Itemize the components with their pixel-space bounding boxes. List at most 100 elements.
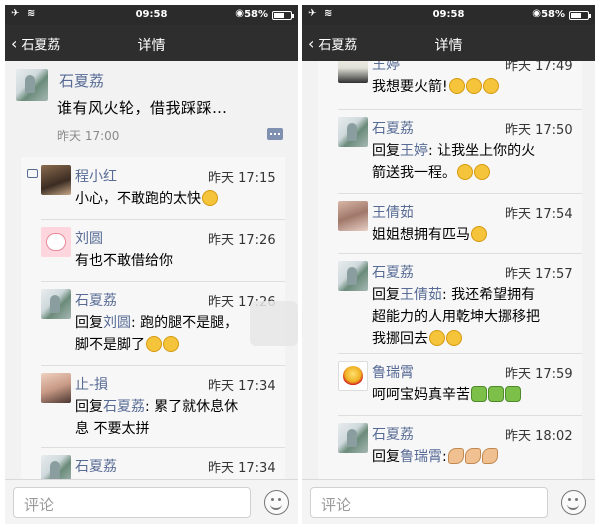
emoji-icon[interactable] — [264, 490, 289, 515]
comment-item[interactable]: 石夏荔 昨天 17:57 回复王倩茹: 我还希望拥有 超能力的人用乾坤大挪移把 … — [318, 253, 582, 353]
reply-target[interactable]: 王倩茹 — [400, 287, 442, 303]
post-detail: 王婷 昨天 17:49 我想要火箭! 石夏荔 昨天 17:50 回复王婷: 让我… — [302, 61, 595, 479]
comment-input[interactable]: 评论 — [13, 487, 251, 518]
tongue-emoji-icon — [202, 190, 218, 206]
comment-body-line2: 超能力的人用乾坤大挪移把 — [372, 309, 540, 325]
avatar[interactable] — [338, 61, 368, 83]
comment-time: 昨天 18:02 — [505, 429, 573, 444]
battery-percent: 58% — [244, 9, 268, 20]
comment-body: : — [442, 449, 447, 465]
comment-text: 回复王婷: 让我坐上你的火 箭送我一程。 — [372, 140, 582, 184]
comment-time: 昨天 17:59 — [505, 367, 573, 382]
page-title: 详情 — [434, 38, 463, 54]
avatar[interactable] — [41, 227, 71, 257]
comment-list: 王婷 昨天 17:49 我想要火箭! 石夏荔 昨天 17:50 回复王婷: 让我… — [318, 61, 582, 479]
comment-body: 我想要火箭! — [372, 79, 448, 95]
commenter-name[interactable]: 石夏荔 — [75, 456, 117, 476]
commenter-name[interactable]: 鲁瑞霄 — [372, 362, 414, 382]
comment-input[interactable]: 评论 — [310, 487, 548, 518]
thinking-emoji-icon — [457, 164, 473, 180]
reply-target[interactable]: 王婷 — [400, 143, 428, 159]
commenter-name[interactable]: 刘圆 — [75, 228, 103, 248]
crying-emoji-icon — [482, 78, 499, 94]
comment-item[interactable]: 止-損 昨天 17:34 回复石夏荔: 累了就休息休 息 不要太拼 — [21, 365, 285, 447]
reply-prefix: 回复 — [75, 315, 103, 331]
frog-emoji-icon — [488, 386, 504, 402]
avatar[interactable] — [41, 455, 71, 479]
post-author[interactable]: 石夏荔 — [59, 70, 104, 91]
battery-icon — [272, 11, 294, 20]
crying-emoji-icon — [471, 226, 487, 242]
crying-emoji-icon — [163, 336, 179, 352]
commenter-name[interactable]: 王婷 — [372, 61, 400, 74]
comment-item[interactable]: 石夏荔 昨天 17:50 回复王婷: 让我坐上你的火 箭送我一程。 — [318, 109, 582, 193]
reply-prefix: 回复 — [372, 449, 400, 465]
battery-percent: 58% — [541, 9, 565, 20]
comment-item[interactable]: 石夏荔 昨天 17:34 — [21, 447, 285, 479]
avatar[interactable] — [338, 423, 368, 453]
comment-text: 呵呵宝妈真辛苦 — [372, 384, 521, 406]
scroll-overlay — [250, 301, 298, 346]
comment-text: 回复石夏荔: 累了就休息休 息 不要太拼 — [75, 396, 285, 440]
comment-body-line3: 我挪回去 — [372, 331, 428, 347]
commenter-name[interactable]: 石夏荔 — [372, 424, 414, 444]
comment-item[interactable]: 刘圆 昨天 17:26 有也不敢借给你 — [21, 219, 285, 281]
commenter-name[interactable]: 石夏荔 — [372, 118, 414, 138]
comment-text: 姐姐想拥有匹马 — [372, 224, 487, 246]
commenter-name[interactable]: 程小红 — [75, 166, 117, 186]
commenter-name[interactable]: 王倩茹 — [372, 202, 414, 222]
left-screen: ✈ ≋ 09:58 ◉ 58% ‹ 石夏荔 详情 石夏荔 谁有风火轮，借我踩踩…… — [5, 5, 298, 524]
commenter-name[interactable]: 止-損 — [75, 374, 108, 394]
avatar[interactable] — [41, 373, 71, 403]
post-time: 昨天 17:00 — [57, 129, 120, 143]
grin-emoji-icon — [429, 330, 445, 346]
avatar[interactable] — [41, 289, 71, 319]
comment-time: 昨天 17:34 — [208, 379, 276, 394]
comment-time: 昨天 17:15 — [208, 171, 276, 186]
reply-prefix: 回复 — [372, 287, 400, 303]
comment-action-icon[interactable] — [267, 128, 283, 140]
comment-item[interactable]: 石夏荔 昨天 18:02 回复鲁瑞霄: — [318, 415, 582, 477]
comment-input-bar: 评论 — [5, 479, 298, 524]
avatar[interactable] — [41, 165, 71, 195]
commenter-name[interactable]: 石夏荔 — [75, 290, 117, 310]
comment-body-line2: 脚不是脚了 — [75, 337, 145, 353]
reply-target[interactable]: 刘圆 — [103, 315, 131, 331]
avatar[interactable] — [338, 261, 368, 291]
frog-emoji-icon — [505, 386, 521, 402]
thinking-emoji-icon — [474, 164, 490, 180]
battery-icon — [569, 11, 591, 20]
avatar[interactable] — [16, 69, 48, 101]
comment-body: : 累了就休息休 — [145, 399, 239, 415]
comment-item[interactable]: 王婷 昨天 17:49 我想要火箭! — [318, 61, 582, 109]
comment-text: 回复王倩茹: 我还希望拥有 超能力的人用乾坤大挪移把 我挪回去 — [372, 284, 582, 350]
comment-text: 回复鲁瑞霄: — [372, 446, 498, 468]
comment-body: : 让我坐上你的火 — [428, 143, 536, 159]
comment-text: 我想要火箭! — [372, 76, 499, 98]
comment-item[interactable]: 王倩茹 昨天 17:54 姐姐想拥有匹马 — [318, 193, 582, 253]
emoji-icon[interactable] — [561, 490, 586, 515]
commenter-name[interactable]: 石夏荔 — [372, 262, 414, 282]
avatar[interactable] — [338, 117, 368, 147]
avatar[interactable] — [338, 361, 368, 391]
comment-item[interactable]: 鲁瑞霄 昨天 17:59 呵呵宝妈真辛苦 — [318, 353, 582, 415]
status-bar: ✈ ≋ 09:58 ◉ 58% — [5, 5, 298, 25]
nav-bar: ‹ 石夏荔 详情 — [302, 25, 595, 61]
page-title: 详情 — [137, 38, 166, 54]
strong-arm-emoji-icon — [481, 448, 498, 464]
comment-time: 昨天 17:50 — [505, 123, 573, 138]
post-text: 谁有风火轮，借我踩踩… — [57, 99, 228, 117]
strong-arm-emoji-icon — [447, 448, 464, 464]
reply-target[interactable]: 鲁瑞霄 — [400, 449, 442, 465]
comment-list: 程小红 昨天 17:15 小心，不敢跑的太快 刘圆 昨天 17:26 有也不敢借… — [21, 157, 285, 479]
comment-item[interactable]: 石夏荔 昨天 17:26 回复刘圆: 跑的腿不是腿， 脚不是脚了 — [21, 281, 285, 365]
comment-body: : 我还希望拥有 — [442, 287, 536, 303]
comment-body: 姐姐想拥有匹马 — [372, 227, 470, 243]
strong-arm-emoji-icon — [464, 448, 481, 464]
comment-input-bar: 评论 — [302, 479, 595, 524]
rotation-lock-icon: ◉ — [532, 8, 541, 19]
avatar[interactable] — [338, 201, 368, 231]
comment-text: 有也不敢借给你 — [75, 253, 173, 269]
reply-target[interactable]: 石夏荔 — [103, 399, 145, 415]
comment-item[interactable]: 程小红 昨天 17:15 小心，不敢跑的太快 — [21, 157, 285, 219]
